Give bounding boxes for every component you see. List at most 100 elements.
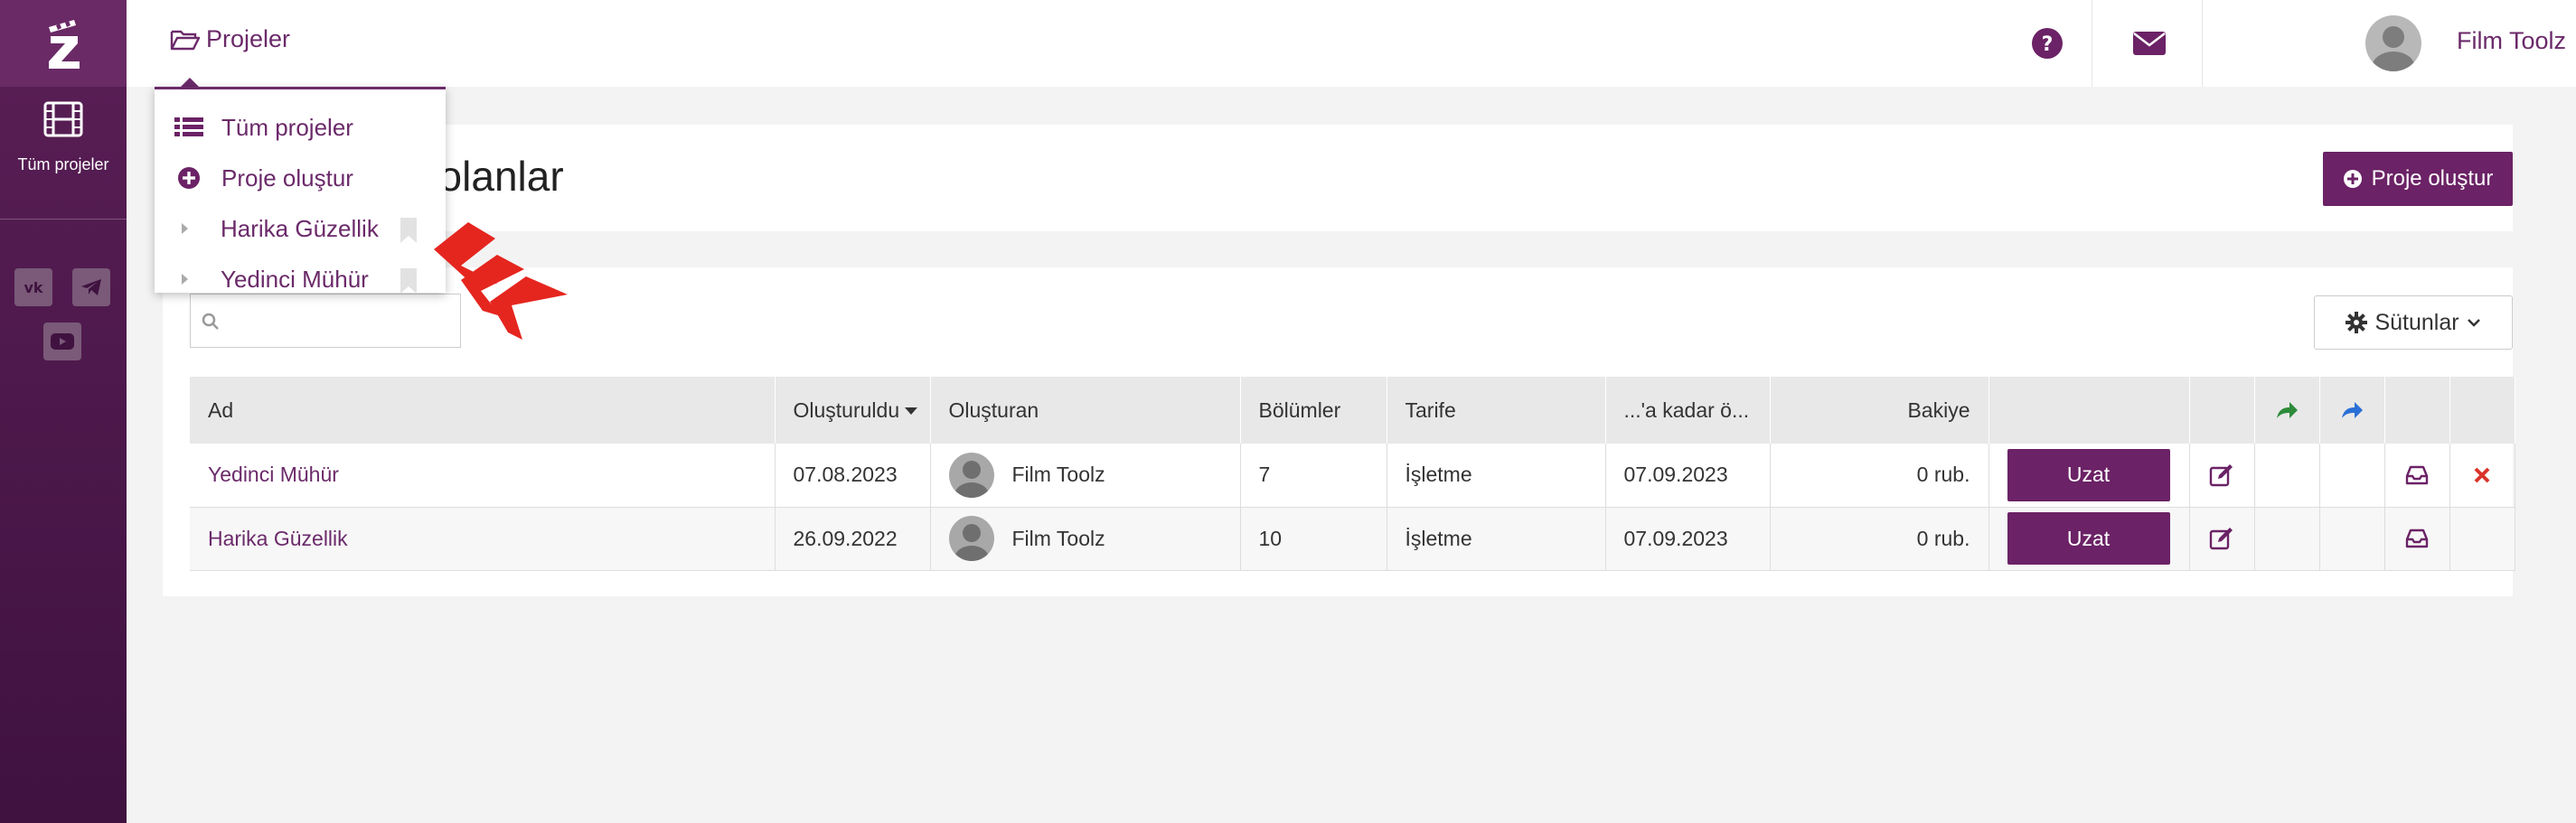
project-name-link[interactable]: Harika Güzellik bbox=[190, 507, 776, 571]
episodes-count: 7 bbox=[1240, 444, 1387, 508]
share-blue-cell bbox=[2319, 507, 2385, 571]
column-header-creator[interactable]: Oluşturan bbox=[930, 377, 1241, 444]
projects-menu-label: Projeler bbox=[206, 25, 291, 52]
columns-label: Sütunlar bbox=[2374, 309, 2459, 335]
delete-button[interactable] bbox=[2450, 444, 2515, 506]
plus-circle-icon bbox=[2343, 170, 2362, 188]
avatar[interactable] bbox=[2365, 15, 2421, 71]
creator-name: Film Toolz bbox=[1011, 526, 1105, 550]
column-header-delete bbox=[2449, 377, 2515, 444]
user-avatar-icon bbox=[954, 524, 989, 561]
help-button[interactable]: ? bbox=[2011, 0, 2083, 87]
folder-open-icon bbox=[170, 30, 201, 50]
plus-circle-icon bbox=[178, 167, 200, 189]
episodes-count: 10 bbox=[1240, 507, 1387, 571]
column-header-archive bbox=[2384, 377, 2450, 444]
column-header-edit bbox=[2189, 377, 2255, 444]
projects-dropdown: Tüm projeler Proje oluştur Harika Güzell… bbox=[155, 87, 446, 294]
column-header-tariff[interactable]: Tarife bbox=[1387, 377, 1606, 444]
extend-button[interactable]: Uzat bbox=[2007, 448, 2170, 501]
edit-icon bbox=[2209, 463, 2233, 486]
inbox-icon bbox=[2405, 465, 2429, 484]
edit-cell bbox=[2189, 507, 2255, 571]
column-header-paid-until[interactable]: ...'a kadar ö... bbox=[1605, 377, 1771, 444]
projects-table: Ad Oluşturuldu Oluşturan Bölümler Tarife… bbox=[190, 377, 2515, 571]
extend-cell: Uzat bbox=[1988, 507, 2190, 571]
balance: 0 rub. bbox=[1770, 444, 1989, 508]
create-project-button[interactable]: Proje oluştur bbox=[2323, 152, 2513, 206]
tariff: İşletme bbox=[1387, 507, 1606, 571]
paid-until-date: 07.09.2023 bbox=[1605, 507, 1771, 571]
dropdown-item-project[interactable]: Harika Güzellik bbox=[155, 203, 446, 254]
share-blue-cell bbox=[2319, 444, 2385, 508]
topbar-divider bbox=[2202, 0, 2203, 87]
paid-until-date: 07.09.2023 bbox=[1605, 444, 1771, 508]
chevron-right-icon bbox=[182, 223, 188, 234]
share-green-cell bbox=[2254, 507, 2320, 571]
column-header-share-blue bbox=[2319, 377, 2385, 444]
messages-button[interactable] bbox=[2113, 0, 2186, 87]
creator-cell: Film Toolz bbox=[930, 444, 1241, 508]
column-header-created[interactable]: Oluşturuldu bbox=[775, 377, 931, 444]
dropdown-item-project[interactable]: Yedinci Mühür bbox=[155, 254, 446, 304]
film-icon bbox=[43, 101, 83, 137]
user-name[interactable]: Film Toolz bbox=[2457, 27, 2566, 55]
column-header-name[interactable]: Ad bbox=[190, 377, 776, 444]
created-date: 26.09.2022 bbox=[775, 507, 931, 571]
youtube-icon[interactable] bbox=[43, 323, 81, 360]
columns-button[interactable]: Sütunlar bbox=[2314, 295, 2513, 350]
top-bar: Projeler ? Film Toolz TR bbox=[127, 0, 2576, 87]
column-header-balance[interactable]: Bakiye bbox=[1770, 377, 1989, 444]
vk-icon[interactable]: vk bbox=[14, 268, 52, 306]
search-icon bbox=[202, 313, 219, 330]
table-row: Yedinci Mühür 07.08.2023 Film Toolz 7 İş… bbox=[190, 444, 2515, 508]
dropdown-item-all-projects[interactable]: Tüm projeler bbox=[155, 102, 446, 153]
share-green-cell bbox=[2254, 444, 2320, 508]
sort-desc-icon bbox=[905, 407, 918, 416]
avatar bbox=[948, 452, 994, 498]
delete-cell bbox=[2449, 507, 2515, 571]
share-blue-icon bbox=[2342, 402, 2363, 418]
projects-menu-toggle[interactable]: Projeler bbox=[170, 25, 290, 53]
gear-icon bbox=[2346, 312, 2368, 333]
user-avatar-icon bbox=[954, 460, 989, 498]
table-header-row: Ad Oluşturuldu Oluşturan Bölümler Tarife… bbox=[190, 377, 2515, 444]
avatar bbox=[948, 516, 994, 561]
column-header-episodes[interactable]: Bölümler bbox=[1240, 377, 1387, 444]
close-icon bbox=[2474, 467, 2490, 483]
bookmark-icon[interactable] bbox=[399, 218, 418, 243]
user-avatar-icon bbox=[2372, 26, 2415, 71]
table-row: Harika Güzellik 26.09.2022 Film Toolz 10… bbox=[190, 507, 2515, 571]
edit-button[interactable] bbox=[2190, 444, 2254, 506]
delete-cell bbox=[2449, 444, 2515, 508]
balance: 0 rub. bbox=[1770, 507, 1989, 571]
edit-icon bbox=[2209, 528, 2233, 550]
logo[interactable] bbox=[0, 0, 127, 87]
archive-cell bbox=[2384, 507, 2450, 571]
sidebar-item-all-projects[interactable]: Tüm projeler bbox=[0, 101, 127, 213]
creator-cell: Film Toolz bbox=[930, 507, 1241, 571]
telegram-icon[interactable] bbox=[72, 268, 110, 306]
sidebar-divider bbox=[0, 219, 127, 220]
edit-button[interactable] bbox=[2190, 508, 2254, 570]
envelope-icon bbox=[2133, 32, 2166, 55]
help-icon: ? bbox=[2032, 28, 2063, 59]
svg-text:vk: vk bbox=[24, 279, 42, 296]
sidebar-item-label: Tüm projeler bbox=[17, 155, 109, 173]
chevron-down-icon bbox=[2467, 319, 2480, 327]
project-name-link[interactable]: Yedinci Mühür bbox=[190, 444, 776, 508]
share-green-icon bbox=[2277, 402, 2298, 418]
bookmark-icon[interactable] bbox=[399, 268, 418, 294]
tariff: İşletme bbox=[1387, 444, 1606, 508]
created-date: 07.08.2023 bbox=[775, 444, 931, 508]
sidebar: Tüm projeler vk bbox=[0, 0, 127, 823]
archive-button[interactable] bbox=[2385, 508, 2449, 570]
dropdown-item-create-project[interactable]: Proje oluştur bbox=[155, 153, 446, 203]
archive-cell bbox=[2384, 444, 2450, 508]
archive-button[interactable] bbox=[2385, 444, 2449, 506]
extend-cell: Uzat bbox=[1988, 444, 2190, 508]
extend-button[interactable]: Uzat bbox=[2007, 512, 2170, 565]
column-header-extend bbox=[1988, 377, 2190, 444]
pointer-arrow-icon bbox=[434, 222, 568, 340]
column-header-share-green bbox=[2254, 377, 2320, 444]
